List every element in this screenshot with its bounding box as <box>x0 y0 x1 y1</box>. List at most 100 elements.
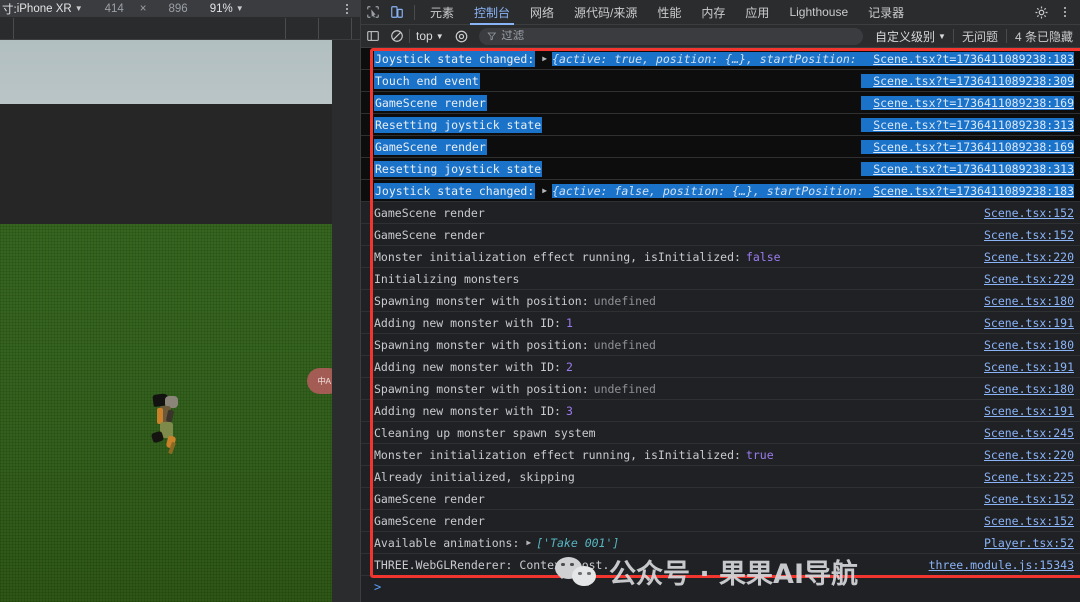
console-message-row[interactable]: Joystick state changed: ▶ {active: true, p… <box>361 48 1080 70</box>
console-message-text: Spawning monster with position: undefined <box>374 382 656 396</box>
console-message-row[interactable]: GameScene render Scene.tsx:152 <box>361 488 1080 510</box>
gear-icon[interactable] <box>1029 0 1053 25</box>
expand-triangle-icon[interactable]: ▶ <box>542 186 547 195</box>
console-source-link[interactable]: Player.tsx:52 <box>972 536 1074 550</box>
console-message-row[interactable]: Spawning monster with position: undefined… <box>361 334 1080 356</box>
console-message-row[interactable]: GameScene render Scene.tsx?t=173641108923… <box>361 92 1080 114</box>
console-message-row[interactable]: Resetting joystick state Scene.tsx?t=1736… <box>361 158 1080 180</box>
device-width-input[interactable]: 414 <box>105 3 124 15</box>
issues-status[interactable]: 无问题 <box>954 28 1006 45</box>
console-source-link[interactable]: Scene.tsx:220 <box>972 448 1074 462</box>
console-message-row[interactable]: Resetting joystick state Scene.tsx?t=1736… <box>361 114 1080 136</box>
console-message-row[interactable]: Initializing monsters Scene.tsx:229 <box>361 268 1080 290</box>
translate-button[interactable]: 中 A <box>307 368 332 394</box>
console-source-link[interactable]: Scene.tsx:152 <box>972 492 1074 506</box>
expand-triangle-icon[interactable]: ▶ <box>526 538 531 547</box>
console-message-row[interactable]: Touch end event Scene.tsx?t=1736411089238… <box>361 70 1080 92</box>
console-message-row[interactable]: Adding new monster with ID: 1 Scene.tsx:19… <box>361 312 1080 334</box>
tab-lighthouse[interactable]: Lighthouse <box>779 0 858 25</box>
console-message-row[interactable]: Monster initialization effect running, i… <box>361 444 1080 466</box>
tab-console[interactable]: 控制台 <box>464 0 520 25</box>
browser-url-strip <box>0 18 360 40</box>
console-message-row[interactable]: Adding new monster with ID: 2 Scene.tsx:19… <box>361 356 1080 378</box>
console-prompt[interactable]: > <box>361 576 1080 598</box>
execution-context-select[interactable]: top ▼ <box>410 27 450 46</box>
console-source-link[interactable]: Scene.tsx?t=1736411089238:183 <box>861 51 1074 66</box>
url-strip-cell-3[interactable] <box>286 18 319 39</box>
console-message-row[interactable]: GameScene render Scene.tsx:152 <box>361 510 1080 532</box>
chevron-down-icon[interactable]: ▼ <box>75 4 83 13</box>
console-source-link[interactable]: Scene.tsx?t=1736411089238:313 <box>861 117 1074 132</box>
console-message-row[interactable]: GameScene render Scene.tsx:152 <box>361 224 1080 246</box>
console-message-text: GameScene render <box>374 492 485 506</box>
tab-sources[interactable]: 源代码/来源 <box>564 0 647 25</box>
console-level-select[interactable]: 自定义级别 ▼ <box>868 28 953 45</box>
tab-memory[interactable]: 内存 <box>691 0 735 25</box>
console-message-text: Resetting joystick state <box>374 160 543 177</box>
devtools-more-options-icon[interactable] <box>1053 0 1077 25</box>
console-source-link[interactable]: Scene.tsx:180 <box>972 382 1074 396</box>
device-select[interactable]: iPhone XR <box>17 3 72 15</box>
console-source-link[interactable]: Scene.tsx:245 <box>972 426 1074 440</box>
tab-recorder[interactable]: 记录器 <box>858 0 914 25</box>
game-viewport[interactable]: 中 A <box>0 40 332 602</box>
console-source-link[interactable]: Scene.tsx:191 <box>972 316 1074 330</box>
console-source-link[interactable]: Scene.tsx:152 <box>972 514 1074 528</box>
console-source-link[interactable]: Scene.tsx?t=1736411089238:169 <box>861 139 1074 154</box>
device-toolbar-toggle-icon[interactable] <box>385 0 409 25</box>
console-message-row[interactable]: Available animations: ▶ ['Take 001'] Player… <box>361 532 1080 554</box>
object-preview: {active: false, position: {…}, startPosi… <box>552 183 862 198</box>
console-message-row[interactable]: GameScene render Scene.tsx:152 <box>361 202 1080 224</box>
console-message-row[interactable]: THREE.WebGLRenderer: Context Lost. three.… <box>361 554 1080 576</box>
console-source-link[interactable]: Scene.tsx?t=1736411089238:313 <box>861 161 1074 176</box>
console-source-link[interactable]: three.module.js:15343 <box>917 558 1074 572</box>
console-source-link[interactable]: Scene.tsx:191 <box>972 360 1074 374</box>
console-message-row[interactable]: Cleaning up monster spawn system Scene.ts… <box>361 422 1080 444</box>
tab-recorder-label: 记录器 <box>868 5 905 20</box>
console-message-value: false <box>745 249 781 264</box>
zoom-chevron-down-icon[interactable]: ▼ <box>236 4 244 13</box>
console-source-link[interactable]: Scene.tsx?t=1736411089238:169 <box>861 95 1074 110</box>
console-message-row[interactable]: Adding new monster with ID: 3 Scene.tsx:19… <box>361 400 1080 422</box>
url-strip-cell-4[interactable] <box>319 18 352 39</box>
console-message-text: Joystick state changed: ▶ {active: true, p… <box>374 50 862 67</box>
console-source-link[interactable]: Scene.tsx:220 <box>972 250 1074 264</box>
console-source-link[interactable]: Scene.tsx:180 <box>972 338 1074 352</box>
console-filter-input[interactable] <box>501 30 856 42</box>
clear-console-icon[interactable] <box>385 24 409 49</box>
console-source-link[interactable]: Scene.tsx?t=1736411089238:309 <box>861 73 1074 88</box>
console-source-link[interactable]: Scene.tsx:152 <box>972 228 1074 242</box>
device-more-options-icon[interactable] <box>346 3 348 14</box>
console-source-link[interactable]: Scene.tsx:225 <box>972 470 1074 484</box>
device-zoom-select[interactable]: 91% <box>210 3 233 15</box>
tab-application[interactable]: 应用 <box>735 0 779 25</box>
tab-performance[interactable]: 性能 <box>647 0 691 25</box>
url-strip-cell-2[interactable] <box>14 18 286 39</box>
console-source-link[interactable]: Scene.tsx:152 <box>972 206 1074 220</box>
device-height-input[interactable]: 896 <box>169 3 188 15</box>
hidden-messages-count[interactable]: 4 条已隐藏 <box>1007 28 1080 45</box>
console-filter-box[interactable] <box>478 27 864 45</box>
console-source-link[interactable]: Scene.tsx:229 <box>972 272 1074 286</box>
console-source-link[interactable]: Scene.tsx:180 <box>972 294 1074 308</box>
console-message-label: Spawning monster with position: <box>374 337 589 352</box>
tab-elements[interactable]: 元素 <box>420 0 464 25</box>
tabbar-divider <box>414 4 415 20</box>
console-source-link[interactable]: Scene.tsx:191 <box>972 404 1074 418</box>
tab-network-label: 网络 <box>530 5 555 20</box>
console-sidebar-icon[interactable] <box>361 24 385 49</box>
console-message-row[interactable]: Spawning monster with position: undefined… <box>361 378 1080 400</box>
console-source-link[interactable]: Scene.tsx?t=1736411089238:183 <box>861 183 1074 198</box>
tab-network[interactable]: 网络 <box>520 0 564 25</box>
live-expression-icon[interactable] <box>450 24 474 49</box>
console-message-row[interactable]: GameScene render Scene.tsx?t=173641108923… <box>361 136 1080 158</box>
console-message-row[interactable]: Already initialized, skipping Scene.tsx:2… <box>361 466 1080 488</box>
inspect-element-icon[interactable] <box>361 0 385 25</box>
array-preview: ['Take 001'] <box>536 535 620 550</box>
console-message-label: Joystick state changed: <box>374 50 536 67</box>
console-message-row[interactable]: Spawning monster with position: undefined… <box>361 290 1080 312</box>
console-message-row[interactable]: Joystick state changed: ▶ {active: false, … <box>361 180 1080 202</box>
expand-triangle-icon[interactable]: ▶ <box>542 54 547 63</box>
console-message-list[interactable]: Joystick state changed: ▶ {active: true, p… <box>361 48 1080 602</box>
console-message-row[interactable]: Monster initialization effect running, i… <box>361 246 1080 268</box>
